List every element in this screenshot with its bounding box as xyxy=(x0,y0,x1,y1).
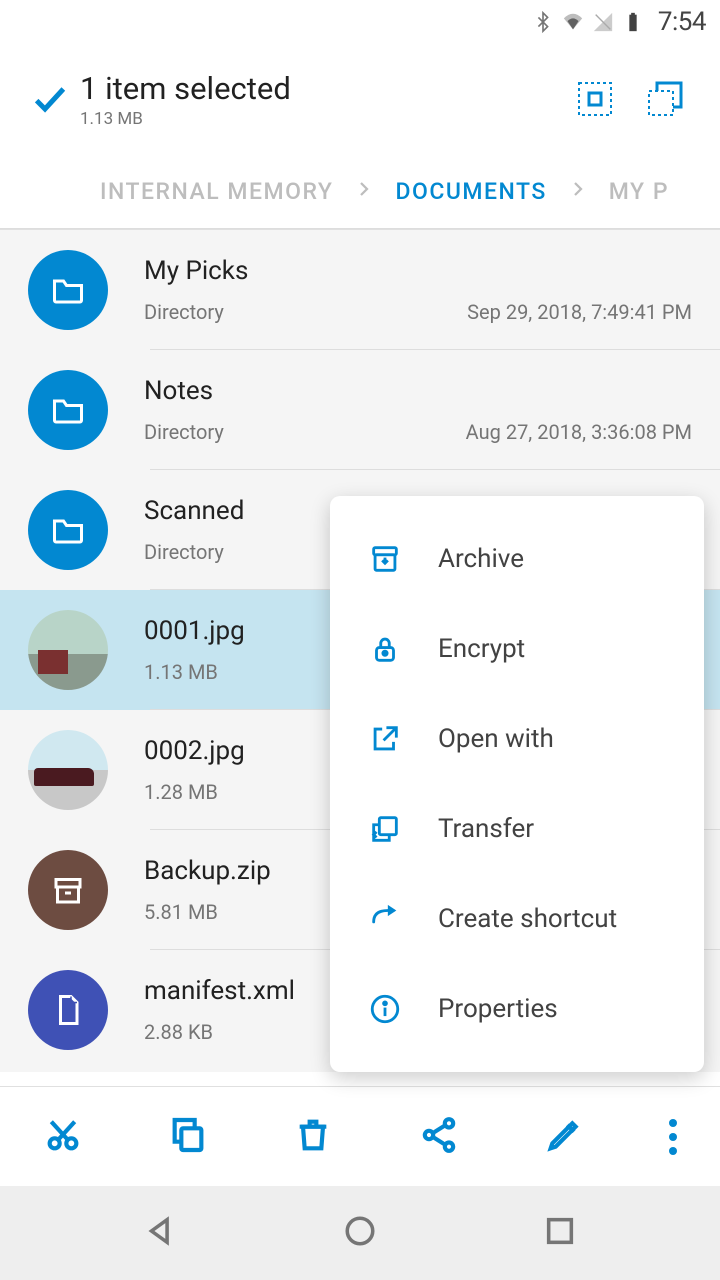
document-file-icon xyxy=(28,970,108,1050)
menu-archive[interactable]: Archive xyxy=(330,514,704,604)
check-icon xyxy=(30,79,70,119)
file-size: 1.28 MB xyxy=(144,780,218,804)
file-size: 1.13 MB xyxy=(144,660,218,684)
copy-button[interactable] xyxy=(168,1115,208,1159)
bluetooth-icon xyxy=(532,11,554,33)
file-name: My Picks xyxy=(144,256,692,286)
share-button[interactable] xyxy=(419,1115,459,1159)
file-type: Directory xyxy=(144,540,224,564)
selection-size: 1.13 MB xyxy=(80,109,560,129)
breadcrumb-item[interactable]: DOCUMENTS xyxy=(395,178,546,205)
file-name: Notes xyxy=(144,376,692,406)
open-external-icon xyxy=(360,722,410,756)
folder-icon xyxy=(28,490,108,570)
circle-home-icon xyxy=(343,1214,377,1248)
selection-header: 1 item selected 1.13 MB xyxy=(0,44,720,154)
selection-title: 1 item selected xyxy=(80,70,560,107)
list-item[interactable]: Notes Directory Aug 27, 2018, 3:36:08 PM xyxy=(0,350,720,470)
system-navbar xyxy=(0,1186,720,1280)
edit-button[interactable] xyxy=(544,1115,584,1159)
cut-button[interactable] xyxy=(43,1115,83,1159)
file-type: Directory xyxy=(144,300,224,324)
copy-icon xyxy=(168,1115,208,1155)
menu-label: Open with xyxy=(438,724,554,754)
image-thumbnail xyxy=(28,610,108,690)
pencil-icon xyxy=(544,1115,584,1155)
file-date: Aug 27, 2018, 3:36:08 PM xyxy=(466,420,692,444)
share-icon xyxy=(419,1115,459,1155)
chevron-right-icon xyxy=(355,180,373,202)
menu-label: Archive xyxy=(438,544,524,574)
archive-icon xyxy=(360,542,410,576)
done-button[interactable] xyxy=(20,79,80,119)
select-inverse-button[interactable] xyxy=(630,81,700,117)
breadcrumb-item[interactable]: INTERNAL MEMORY xyxy=(100,178,333,205)
trash-icon xyxy=(293,1115,333,1155)
battery-icon xyxy=(622,11,644,33)
file-size: 2.88 KB xyxy=(144,1020,213,1044)
breadcrumb: INTERNAL MEMORY DOCUMENTS MY P xyxy=(0,154,720,229)
file-size: 5.81 MB xyxy=(144,900,218,924)
file-type: Directory xyxy=(144,420,224,444)
action-toolbar xyxy=(0,1086,720,1186)
transfer-icon xyxy=(360,812,410,846)
archive-file-icon xyxy=(28,850,108,930)
menu-create-shortcut[interactable]: Create shortcut xyxy=(330,874,704,964)
select-all-icon xyxy=(577,81,613,117)
select-all-button[interactable] xyxy=(560,81,630,117)
file-date: Sep 29, 2018, 7:49:41 PM xyxy=(467,300,692,324)
menu-transfer[interactable]: Transfer xyxy=(330,784,704,874)
delete-button[interactable] xyxy=(293,1115,333,1159)
menu-label: Create shortcut xyxy=(438,904,617,934)
recent-button[interactable] xyxy=(543,1214,577,1252)
lock-icon xyxy=(360,632,410,666)
signal-icon xyxy=(592,11,614,33)
menu-label: Encrypt xyxy=(438,634,525,664)
shortcut-icon xyxy=(360,902,410,936)
home-button[interactable] xyxy=(343,1214,377,1252)
status-bar: 7:54 xyxy=(0,0,720,44)
breadcrumb-item[interactable]: MY P xyxy=(609,178,669,205)
menu-label: Transfer xyxy=(438,814,534,844)
menu-label: Properties xyxy=(438,994,558,1024)
chevron-right-icon xyxy=(569,180,587,202)
menu-encrypt[interactable]: Encrypt xyxy=(330,604,704,694)
context-menu: Archive Encrypt Open with Transfer Creat… xyxy=(330,496,704,1072)
cut-icon xyxy=(43,1115,83,1155)
folder-icon xyxy=(28,370,108,450)
wifi-icon xyxy=(562,11,584,33)
list-item[interactable]: My Picks Directory Sep 29, 2018, 7:49:41… xyxy=(0,230,720,350)
info-icon xyxy=(360,992,410,1026)
back-button[interactable] xyxy=(143,1214,177,1252)
menu-open-with[interactable]: Open with xyxy=(330,694,704,784)
more-button[interactable] xyxy=(669,1119,677,1155)
folder-icon xyxy=(28,250,108,330)
square-recent-icon xyxy=(543,1214,577,1248)
status-time: 7:54 xyxy=(658,7,706,37)
menu-properties[interactable]: Properties xyxy=(330,964,704,1054)
triangle-back-icon xyxy=(143,1214,177,1248)
more-icon xyxy=(669,1119,677,1155)
image-thumbnail xyxy=(28,730,108,810)
select-inverse-icon xyxy=(647,81,683,117)
